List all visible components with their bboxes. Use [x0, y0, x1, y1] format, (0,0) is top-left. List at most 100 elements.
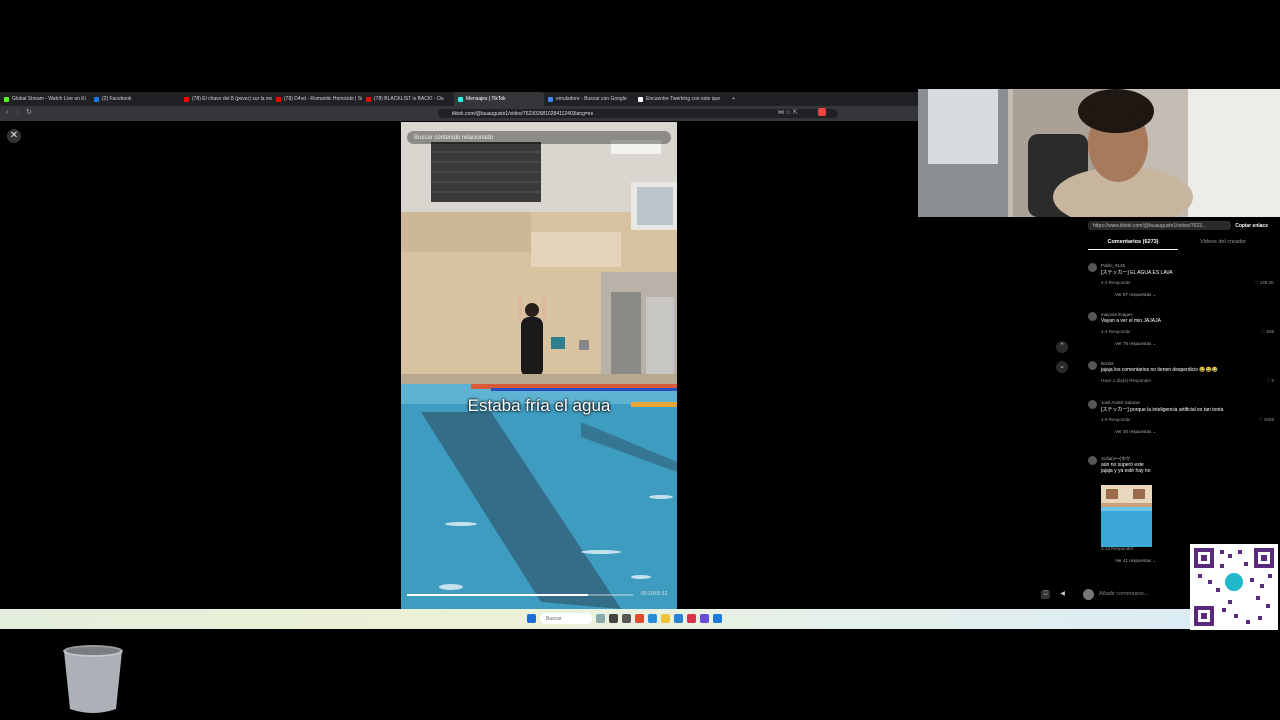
- comment-meta[interactable]: 4-9 Responder: [1101, 417, 1131, 422]
- tab-label: (78) BLACKLIST is BACK! - Ou: [374, 96, 444, 102]
- browser-toolbar: ‹ › ↻ tiktok.com/@lauaugusto1/video/7623…: [0, 106, 918, 121]
- close-button[interactable]: ✕: [7, 129, 21, 143]
- back-icon[interactable]: ‹: [6, 109, 8, 116]
- browser-tab-strip: Global Stream - Watch Live on Ki (2) Face…: [0, 92, 918, 106]
- tab-label: emuladore - Buscar con Google: [556, 96, 627, 102]
- new-tab-button[interactable]: +: [726, 96, 741, 102]
- comment-meta[interactable]: 4-4 Responder: [1101, 329, 1131, 334]
- browser-tab[interactable]: (78) BLACKLIST is BACK! - Ou: [362, 92, 454, 106]
- app-red-icon[interactable]: [687, 614, 696, 623]
- like-count[interactable]: ♡ 0: [1266, 378, 1274, 384]
- comment-text: Vayan a ver el mio JAJAJA: [1101, 318, 1161, 324]
- avatar[interactable]: [1088, 400, 1097, 409]
- taskbar-search-label: Buscar: [546, 615, 562, 622]
- browser-tab[interactable]: Global Stream - Watch Live on Ki: [0, 92, 90, 106]
- favicon-icon: [638, 96, 643, 102]
- browser-tab[interactable]: emuladore - Buscar con Google: [544, 92, 634, 106]
- browser-tab[interactable]: Mensajes | TikTok: [454, 92, 544, 106]
- edge-icon[interactable]: [648, 614, 657, 623]
- browser-tab[interactable]: (2) Facebook: [90, 92, 180, 106]
- app-blue-icon[interactable]: [713, 614, 722, 623]
- pool-thumbnail-illustration: [1101, 485, 1152, 547]
- recycle-bin-illustration: [63, 645, 123, 713]
- tab-label: (78) El chavo del 8 (pover) sur la mej: [192, 96, 272, 102]
- tab-label: (78) D4vd - Romantic Homicide | Sub: [284, 96, 362, 102]
- recycle-bin-icon[interactable]: [62, 643, 124, 715]
- add-comment-input[interactable]: Añadir comentario...: [1083, 588, 1193, 600]
- tab-label: Mensajes | TikTok: [466, 96, 506, 102]
- share-link-text[interactable]: https://www.tiktok.com/@lauaugusto1/vide…: [1088, 221, 1232, 230]
- comment-text: [ステッカー] porque la inteligencia artificia…: [1101, 407, 1224, 413]
- chrome-icon[interactable]: [674, 614, 683, 623]
- app-icon[interactable]: [622, 614, 631, 623]
- avatar: [1083, 588, 1094, 600]
- brave-icon[interactable]: [635, 614, 644, 623]
- forward-icon[interactable]: ›: [16, 109, 18, 116]
- browser-tab[interactable]: (78) El chavo del 8 (pover) sur la mej: [180, 92, 272, 106]
- share-link-row: https://www.tiktok.com/@lauaugusto1/vide…: [1088, 220, 1268, 231]
- video-player[interactable]: [401, 122, 677, 609]
- comment-image-thumbnail[interactable]: [1101, 485, 1152, 547]
- tab-label: Global Stream - Watch Live on Ki: [12, 96, 86, 102]
- comment-meta[interactable]: Hace 1 día(s) Responder: [1101, 378, 1151, 383]
- like-count[interactable]: ♡ 149.2K: [1254, 280, 1274, 286]
- related-search-placeholder: Buscar contenido relacionado: [414, 134, 494, 141]
- comment-item: Bordis jajaja los comentarios no tienen d…: [1088, 361, 1278, 401]
- reload-icon[interactable]: ↻: [26, 108, 32, 116]
- related-search-input[interactable]: Buscar contenido relacionado: [407, 131, 671, 144]
- favicon-icon: [4, 96, 9, 102]
- add-comment-placeholder: Añadir comentario...: [1099, 591, 1149, 597]
- view-replies-button[interactable]: Ver 41 respuestas ⌄: [1115, 558, 1156, 564]
- comment-username[interactable]: Bordis: [1101, 361, 1114, 366]
- taskbar-search[interactable]: Buscar: [540, 613, 592, 624]
- comment-username[interactable]: José André Salazar: [1101, 400, 1140, 405]
- windows-taskbar: Buscar: [0, 609, 1190, 629]
- avatar[interactable]: [1088, 361, 1097, 370]
- video-progress-bar[interactable]: [407, 594, 633, 596]
- widgets-icon[interactable]: [596, 614, 605, 623]
- view-replies-button[interactable]: Ver 97 respuestas ⌄: [1115, 292, 1156, 298]
- like-count[interactable]: ♡ 3258: [1259, 417, 1274, 423]
- favicon-icon: [458, 96, 463, 102]
- tab-creator-videos[interactable]: Videos del creador: [1178, 236, 1268, 250]
- video-caption: Estaba fría el agua: [467, 396, 611, 415]
- app-purple-icon[interactable]: [700, 614, 709, 623]
- copy-link-button[interactable]: Copiar enlace: [1235, 223, 1268, 229]
- extension-badge-icon[interactable]: [818, 108, 826, 116]
- start-icon[interactable]: [527, 614, 536, 623]
- like-count[interactable]: ♡ 639: [1261, 329, 1274, 335]
- volume-icon[interactable]: ◀: [1058, 590, 1067, 599]
- view-replies-button[interactable]: Ver 30 respuestas ⌄: [1115, 429, 1156, 435]
- qr-illustration: [1190, 544, 1278, 630]
- next-video-button[interactable]: ⌄: [1056, 361, 1068, 373]
- comment-meta[interactable]: 4-3 Responder: [1101, 280, 1131, 285]
- comment-username[interactable]: Pablo_9126: [1101, 263, 1125, 268]
- comment-item: mayosa images Vayan a ver el mio JAJAJA 4-…: [1088, 312, 1278, 352]
- view-replies-button[interactable]: Ver 75 respuestas ⌄: [1115, 341, 1156, 347]
- comment-text: [ステッカー] EL AGUA ES LAVA: [1101, 270, 1173, 276]
- avatar[interactable]: [1088, 263, 1097, 272]
- lock-icon[interactable]: ⎕: [1041, 590, 1050, 599]
- avatar[interactable]: [1088, 312, 1097, 321]
- url-text: tiktok.com/@lauaugusto1/video/7623026810…: [452, 110, 594, 117]
- comment-username[interactable]: mayosa images: [1101, 312, 1133, 317]
- tab-label: (2) Facebook: [102, 96, 132, 102]
- favicon-icon: [94, 96, 99, 102]
- folder-icon[interactable]: [661, 614, 670, 623]
- webcam-illustration: [918, 89, 1280, 217]
- previous-video-button[interactable]: ⌃: [1056, 341, 1068, 353]
- tab-comments[interactable]: Comentarios (6273): [1088, 236, 1178, 250]
- browser-tab[interactable]: Encuentre Twerking con este que: [634, 92, 726, 106]
- favicon-icon: [548, 96, 553, 102]
- task-view-icon[interactable]: [609, 614, 618, 623]
- avatar[interactable]: [1088, 456, 1097, 465]
- favicon-icon: [276, 96, 281, 102]
- favicon-icon: [184, 96, 189, 102]
- video-frame-illustration: [401, 122, 677, 609]
- yape-qr-code: [1190, 544, 1278, 630]
- comment-text: jajaja y ya esté hay no: [1101, 468, 1151, 474]
- extensions-icon[interactable]: ⋈ ☆ ⇱: [778, 109, 798, 116]
- favicon-icon: [366, 96, 371, 102]
- browser-tab[interactable]: (78) D4vd - Romantic Homicide | Sub: [272, 92, 362, 106]
- comment-item: Pablo_9126 [ステッカー] EL AGUA ES LAVA 4-3 Res…: [1088, 263, 1278, 303]
